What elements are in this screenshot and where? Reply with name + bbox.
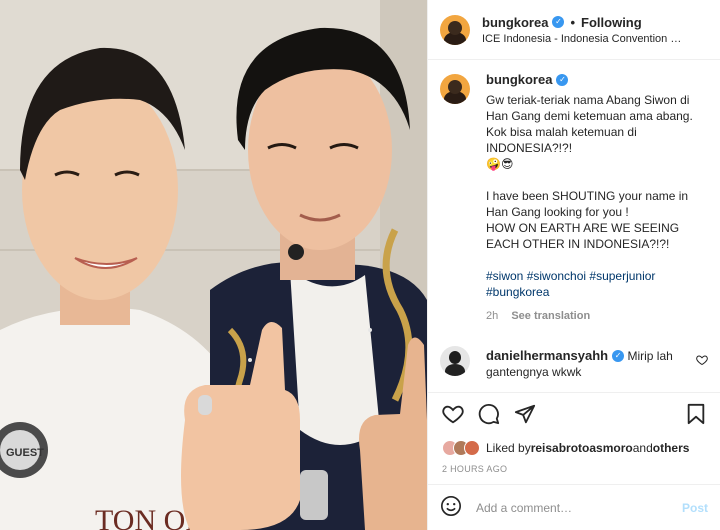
comment-text: Mirip lah [627,349,673,363]
comment-item: danielhermansyahh ✓ Mirip lah gantengnya… [440,346,708,380]
commenter-verified-badge-icon: ✓ [612,350,625,362]
comment-text-line2: gantengnya wkwk [486,365,582,379]
liked-by-others[interactable]: others [653,441,690,455]
caption-emoji-line: 🤪😎 [486,157,514,171]
caption-author-avatar[interactable] [440,74,470,104]
verified-badge-icon: ✓ [552,16,565,28]
caption-line: INDONESIA?!?! [486,141,573,155]
caption-line: EACH OTHER IN INDONESIA?!?! [486,237,670,251]
caption-line: Han Gang demi ketemuan ama abang. [486,109,693,123]
liked-by-user[interactable]: reisabrotoasmoro [531,441,633,455]
action-bar [428,392,720,438]
emoji-icon[interactable] [440,495,462,520]
caption-line: Han Gang looking for you ! [486,205,629,219]
caption-hashtag[interactable]: #bungkorea [486,284,708,300]
liker-avatar [464,440,480,456]
post-photo[interactable]: GUEST TON OPP [0,0,427,530]
caption-hashtags[interactable]: #siwon #siwonchoi #superjunior [486,268,708,284]
post-timestamp[interactable]: 2 HOURS AGO [428,458,720,484]
caption-line: Kok bisa malah ketemuan di [486,125,637,139]
caption-text: Gw teriak-teriak nama Abang Siwon di Han… [486,92,708,300]
instagram-post-view: GUEST TON OPP bungkorea ✓ • Following IC… [0,0,720,530]
post-comment-button[interactable]: Post [682,501,708,515]
commenter-username[interactable]: danielhermansyahh [486,348,608,364]
liked-by-and: and [632,441,653,455]
comment-like-heart-icon[interactable] [696,354,708,369]
add-comment-bar: Add a comment… Post [428,484,720,530]
author-username[interactable]: bungkorea [482,15,548,30]
share-send-icon[interactable] [514,403,536,428]
caption-verified-badge-icon: ✓ [556,74,569,86]
commenter-avatar[interactable] [440,346,470,376]
caption-age[interactable]: 2h [486,310,498,322]
post-side-panel: bungkorea ✓ • Following ICE Indonesia - … [427,0,720,530]
liker-avatars[interactable] [442,440,480,456]
separator-dot: • [570,14,576,30]
caption-line: I have been SHOUTING your name in [486,189,689,203]
see-translation-link[interactable]: See translation [511,310,590,322]
save-bookmark-icon[interactable] [686,403,706,428]
post-header: bungkorea ✓ • Following ICE Indonesia - … [428,0,720,60]
post-location[interactable]: ICE Indonesia - Indonesia Convention … [482,33,708,45]
like-heart-icon[interactable] [442,403,464,428]
author-avatar[interactable] [440,14,470,45]
comment-bubble-icon[interactable] [478,403,500,428]
photo-illustration: GUEST TON OPP [0,0,427,530]
following-button[interactable]: Following [581,15,642,30]
caption-line: HOW ON EARTH ARE WE SEEING [486,221,680,235]
likes-summary: Liked by reisabrotoasmoro and others [428,438,720,458]
caption-line: Gw teriak-teriak nama Abang Siwon di [486,93,690,107]
comment-input[interactable]: Add a comment… [476,501,682,515]
guest-badge-text: GUEST [6,447,44,459]
caption-block: bungkorea ✓ Gw teriak-teriak nama Abang … [440,72,708,324]
caption-username[interactable]: bungkorea [486,72,552,88]
liked-by-prefix: Liked by [486,441,531,455]
comments-section: bungkorea ✓ Gw teriak-teriak nama Abang … [428,60,720,392]
